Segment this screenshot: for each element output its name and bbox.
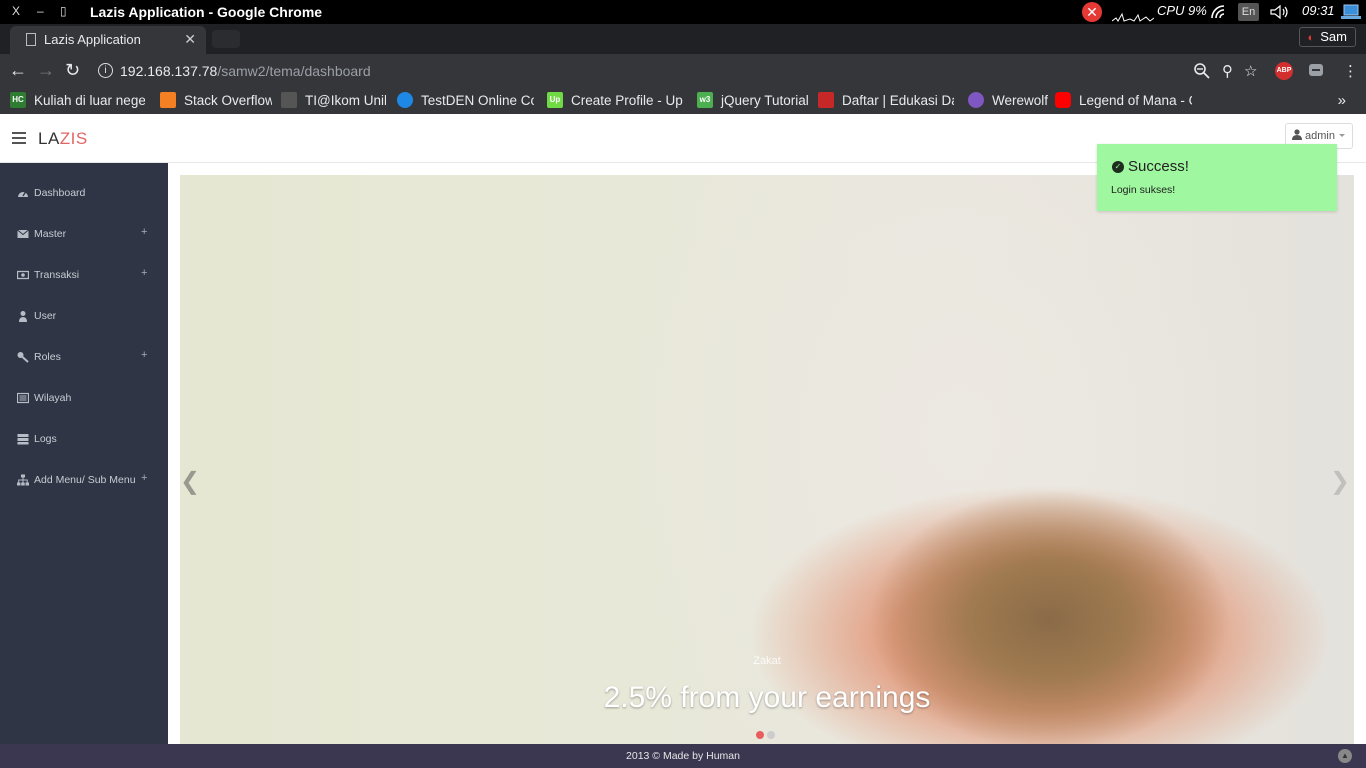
back-arrow-icon[interactable]: ← [9,60,27,81]
reload-icon[interactable]: ↻ [65,60,80,81]
testden-icon [397,92,413,109]
bookmarks-bar: HC Kuliah di luar negeri Stack Overflow T… [0,88,1366,114]
dashboard-icon [18,191,28,197]
sidebar-item-transaksi[interactable]: Transaksi + [0,255,168,296]
chevron-down-icon [1338,134,1345,137]
sidebar-item-add-menu[interactable]: Add Menu/ Sub Menu + [0,460,168,501]
wifi-icon[interactable] [1210,4,1228,20]
window-title: Lazis Application - Google Chrome [90,4,323,20]
expand-plus-icon[interactable]: + [141,472,147,484]
werewolf-icon [968,92,984,109]
carousel-next-icon[interactable]: ❯ [1330,467,1350,496]
url-text[interactable]: 192.168.137.78/samw2/tema/dashboard [120,63,371,79]
main-content: ❮ ❯ Zakat 2.5% from your earnings [168,163,1366,744]
bookmark-item[interactable]: Stack Overflow [160,92,272,110]
user-icon [19,311,27,322]
expand-plus-icon[interactable]: + [141,349,147,361]
success-toast[interactable]: ✓ Success! Login sukses! [1097,144,1337,211]
keyboard-layout[interactable]: En [1238,3,1259,21]
clock[interactable]: 09:31 [1302,3,1335,18]
window-maximize-icon[interactable]: ▯ [60,4,67,18]
cpu-graph-icon [1112,12,1154,22]
toast-title: Success! [1128,158,1189,175]
hamburger-menu-icon[interactable] [12,132,26,144]
bookmark-star-icon[interactable]: ☆ [1244,62,1257,80]
new-tab-button[interactable] [212,30,240,48]
user-icon [1292,129,1302,140]
sidebar-item-logs[interactable]: Logs [0,419,168,460]
tasks-icon [17,434,29,445]
forward-arrow-icon[interactable]: → [37,60,55,81]
error-tray-icon[interactable]: ✕ [1082,2,1102,22]
sidebar-item-user[interactable]: User [0,296,168,337]
bookmark-item[interactable]: Legend of Mana - O [1055,92,1192,110]
site-info-icon[interactable]: i [98,63,113,78]
bookmarks-overflow-icon[interactable]: » [1338,92,1346,109]
carousel-caption-big: 2.5% from your earnings [603,681,931,714]
cpu-usage: CPU 9% [1157,3,1207,18]
expand-plus-icon[interactable]: + [141,267,147,279]
profile-name: Sam [1320,29,1347,44]
window-close-icon[interactable]: X [12,4,20,18]
key-icon [17,352,29,363]
carousel-prev-icon[interactable]: ❮ [180,467,200,496]
bookmark-item[interactable]: Up Create Profile - Up [547,92,684,110]
sidebar: Dashboard Master + Transaksi + User Role… [0,163,168,744]
bookmark-item[interactable]: w3 jQuery Tutorial [697,92,809,110]
scroll-up-icon[interactable]: ▲ [1338,749,1352,763]
brand-logo[interactable]: LAZIS [38,129,88,149]
os-title-bar: X – ▯ Lazis Application - Google Chrome … [0,0,1366,24]
tab-close-icon[interactable]: ✕ [184,31,196,48]
volume-icon[interactable] [1270,4,1290,20]
profile-icon: ◐ [1307,32,1315,44]
bookmark-item[interactable]: HC Kuliah di luar negeri [10,92,145,110]
unika-icon [281,92,297,109]
browser-tab-strip: Lazis Application ✕ ◐ Sam [0,24,1366,54]
bookmark-item[interactable]: TestDEN Online Co [397,92,534,110]
zoom-icon[interactable] [1194,63,1210,79]
sidebar-item-wilayah[interactable]: Wilayah [0,378,168,419]
laptop-battery-icon[interactable] [1340,3,1362,21]
bookmark-item[interactable]: TI@Ikom Unika [281,92,386,110]
sidebar-item-dashboard[interactable]: Dashboard [0,173,168,214]
money-icon [17,270,29,280]
footer-text: 2013 © Made by Human [626,750,740,762]
bookmark-item[interactable]: Werewolf [968,92,1048,110]
envelope-icon [17,229,29,238]
carousel-caption-small: Zakat [753,655,781,667]
stackoverflow-icon [160,92,176,109]
web-page: LAZIS admin Dashboard Master + Transaksi… [0,114,1366,768]
browser-tab[interactable]: Lazis Application ✕ [10,26,206,54]
window-minimize-icon[interactable]: – [37,4,44,18]
carousel-dot[interactable] [767,731,775,739]
bookmark-item[interactable]: Daftar | Edukasi Dar [818,92,954,110]
page-footer: 2013 © Made by Human ▲ [0,744,1366,768]
page-icon [26,33,36,46]
list-alt-icon [17,392,29,404]
browser-toolbar: ← → ↻ i 192.168.137.78/samw2/tema/dashbo… [0,54,1366,88]
expand-plus-icon[interactable]: + [141,226,147,238]
edukasi-icon [818,92,834,109]
image-carousel: ❮ ❯ Zakat 2.5% from your earnings [180,175,1354,744]
address-bar[interactable]: i 192.168.137.78/samw2/tema/dashboard [90,58,1268,84]
toast-message: Login sukses! [1111,184,1176,196]
extension-chat-icon[interactable] [1308,63,1324,79]
menu-kebab-icon[interactable]: ⋮ [1343,62,1358,80]
check-circle-icon: ✓ [1112,161,1124,173]
tab-title: Lazis Application [44,32,141,47]
user-name: admin [1305,130,1335,142]
sidebar-item-roles[interactable]: Roles + [0,337,168,378]
paint-roller-icon[interactable]: ⚲ [1222,62,1233,80]
profile-button[interactable]: ◐ Sam [1298,27,1356,47]
youtube-icon [1055,92,1071,109]
sidebar-item-master[interactable]: Master + [0,214,168,255]
hc-icon: HC [10,92,26,109]
carousel-dot[interactable] [756,731,764,739]
sitemap-icon [17,474,29,486]
w3-icon: w3 [697,92,713,109]
carousel-indicators [756,726,778,744]
upwork-icon: Up [547,92,563,109]
adblock-plus-icon[interactable]: ABP [1275,62,1293,80]
